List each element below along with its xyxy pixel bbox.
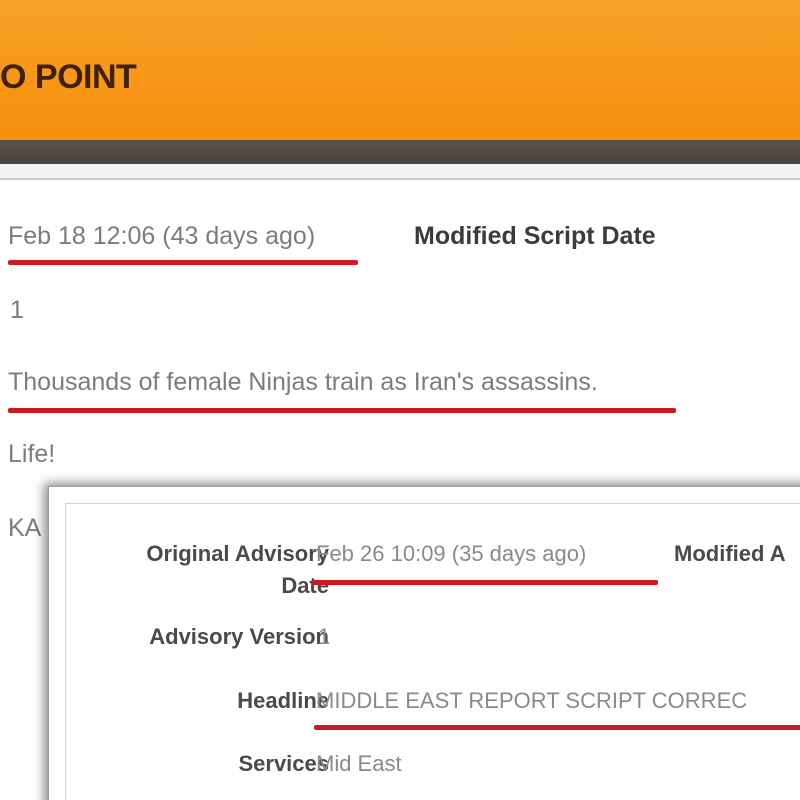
script-date-value: Feb 18 12:06 (43 days ago) — [8, 222, 316, 250]
script-version-value: 1 — [10, 296, 24, 324]
script-services-value: Life! — [8, 440, 56, 468]
modified-script-date-label: Modified Script Date — [414, 222, 656, 250]
original-advisory-date-label: Original Advisory Date — [146, 538, 329, 602]
modified-advisory-label: Modified A — [674, 541, 786, 566]
script-headline-value[interactable]: Thousands of female Ninjas train as Iran… — [8, 368, 598, 397]
advisory-headline-value[interactable]: MIDDLE EAST REPORT SCRIPT CORREC — [316, 685, 747, 717]
advisory-version-value: 1 — [318, 624, 331, 649]
date-highlight-underline — [8, 260, 358, 265]
page: O POINT Feb 18 12:06 (43 days ago) Modif… — [0, 0, 800, 800]
header-spacer — [0, 164, 800, 178]
header-title: O POINT — [0, 58, 137, 96]
original-advisory-date-label-line1: Original Advisory — [146, 541, 329, 566]
advisory-dialog-body: Original Advisory Date Feb 26 10:09 (35 … — [65, 503, 800, 800]
script-truncated-value: KA — [8, 514, 42, 542]
advisory-date-highlight-underline — [312, 580, 658, 585]
advisory-headline-highlight-underline — [314, 725, 800, 730]
advisory-version-label: Advisory Version — [149, 624, 329, 649]
headline-highlight-underline — [8, 408, 676, 413]
original-advisory-date-label-line2: Date — [281, 573, 329, 598]
app-header: O POINT — [0, 0, 800, 140]
advisory-services-value: Mid East — [316, 751, 402, 776]
original-advisory-date-value: Feb 26 10:09 (35 days ago) — [316, 541, 587, 566]
advisory-dialog: Original Advisory Date Feb 26 10:09 (35 … — [48, 486, 800, 800]
header-divider — [0, 178, 800, 180]
header-nav-band — [0, 140, 800, 164]
